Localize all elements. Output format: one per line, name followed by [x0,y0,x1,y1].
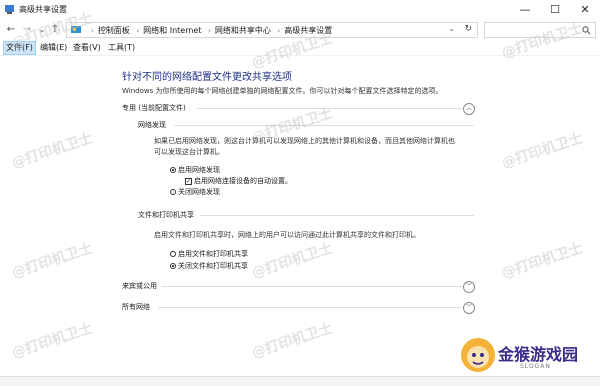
file-printer-sharing-header: 文件和打印机共享 [138,211,194,219]
page-description: Windows 为你所使用的每个网络创建单独的网络配置文件。你可以针对每个配置文… [122,87,443,95]
radio-selected[interactable] [170,263,176,269]
network-discovery-description: 如果已启用网络发现，则这台计算机可以发现网络上的其他计算机和设备，而且其他网络计… [154,137,455,156]
network-discovery-off-option[interactable]: 关闭网络发现 [170,187,220,197]
minimize-button[interactable]: — [510,0,540,20]
divider [200,215,474,216]
collapse-private-icon[interactable]: ︿ [463,103,475,115]
logo-slogan: SLOGAN [520,363,551,370]
menu-edit[interactable]: 编辑(E) [38,42,69,54]
divider [162,286,462,287]
menu-tools[interactable]: 工具(T) [106,42,137,54]
network-settings-icon [5,5,14,14]
radio-unselected[interactable] [170,189,176,195]
breadcrumb-network-sharing-center[interactable]: 网络和共享中心 [215,26,271,35]
address-dropdown-icon[interactable]: ⌄ [448,24,455,33]
file-sharing-on-option[interactable]: 启用文件和打印机共享 [170,249,248,259]
radio-selected[interactable] [170,167,176,173]
site-logo: 金猴游戏园 SLOGAN [458,335,588,379]
window-title: 高级共享设置 [19,5,67,14]
checkbox-checked[interactable]: ✓ [185,177,192,185]
breadcrumb-network-internet[interactable]: 网络和 Internet [143,26,201,35]
menu-view[interactable]: 查看(V) [71,42,103,54]
expand-all-networks-icon[interactable]: ﹀ [463,302,475,314]
divider [158,307,462,308]
address-bar[interactable]: › 控制面板 › 网络和 Internet › 网络和共享中心 › 高级共享设置 ⌄ ↻ [66,22,478,38]
monkey-logo-icon [461,338,495,372]
radio-unselected[interactable] [170,251,176,257]
file-printer-sharing-description: 启用文件和打印机共享时，网络上的用户可以访问通过此计算机共享的文件和打印机。 [154,231,420,239]
guest-profile-header[interactable]: 来宾或公用 [122,281,157,291]
breadcrumb: › 控制面板 › 网络和 Internet › 网络和共享中心 › 高级共享设置 [91,26,333,35]
breadcrumb-control-panel[interactable]: 控制面板 [98,26,130,35]
network-discovery-header: 网络发现 [138,121,166,129]
all-networks-header[interactable]: 所有网络 [122,302,150,312]
close-button[interactable]: ✕ [570,0,600,20]
network-discovery-on-option[interactable]: 启用网络发现 [170,165,220,175]
divider [174,125,474,126]
refresh-icon[interactable]: ↻ [464,24,472,34]
logo-name: 金猴游戏园 [498,345,579,364]
maximize-button[interactable]: ☐ [540,0,570,20]
page-title: 针对不同的网络配置文件更改共享选项 [122,72,292,83]
auto-setup-option[interactable]: ✓ 启用网络连接设备的自动设置。 [185,176,292,186]
file-sharing-off-option[interactable]: 关闭文件和打印机共享 [170,261,248,271]
private-profile-header[interactable]: 专用 (当前配置文件) [122,103,186,113]
expand-guest-icon[interactable]: ﹀ [463,281,475,293]
